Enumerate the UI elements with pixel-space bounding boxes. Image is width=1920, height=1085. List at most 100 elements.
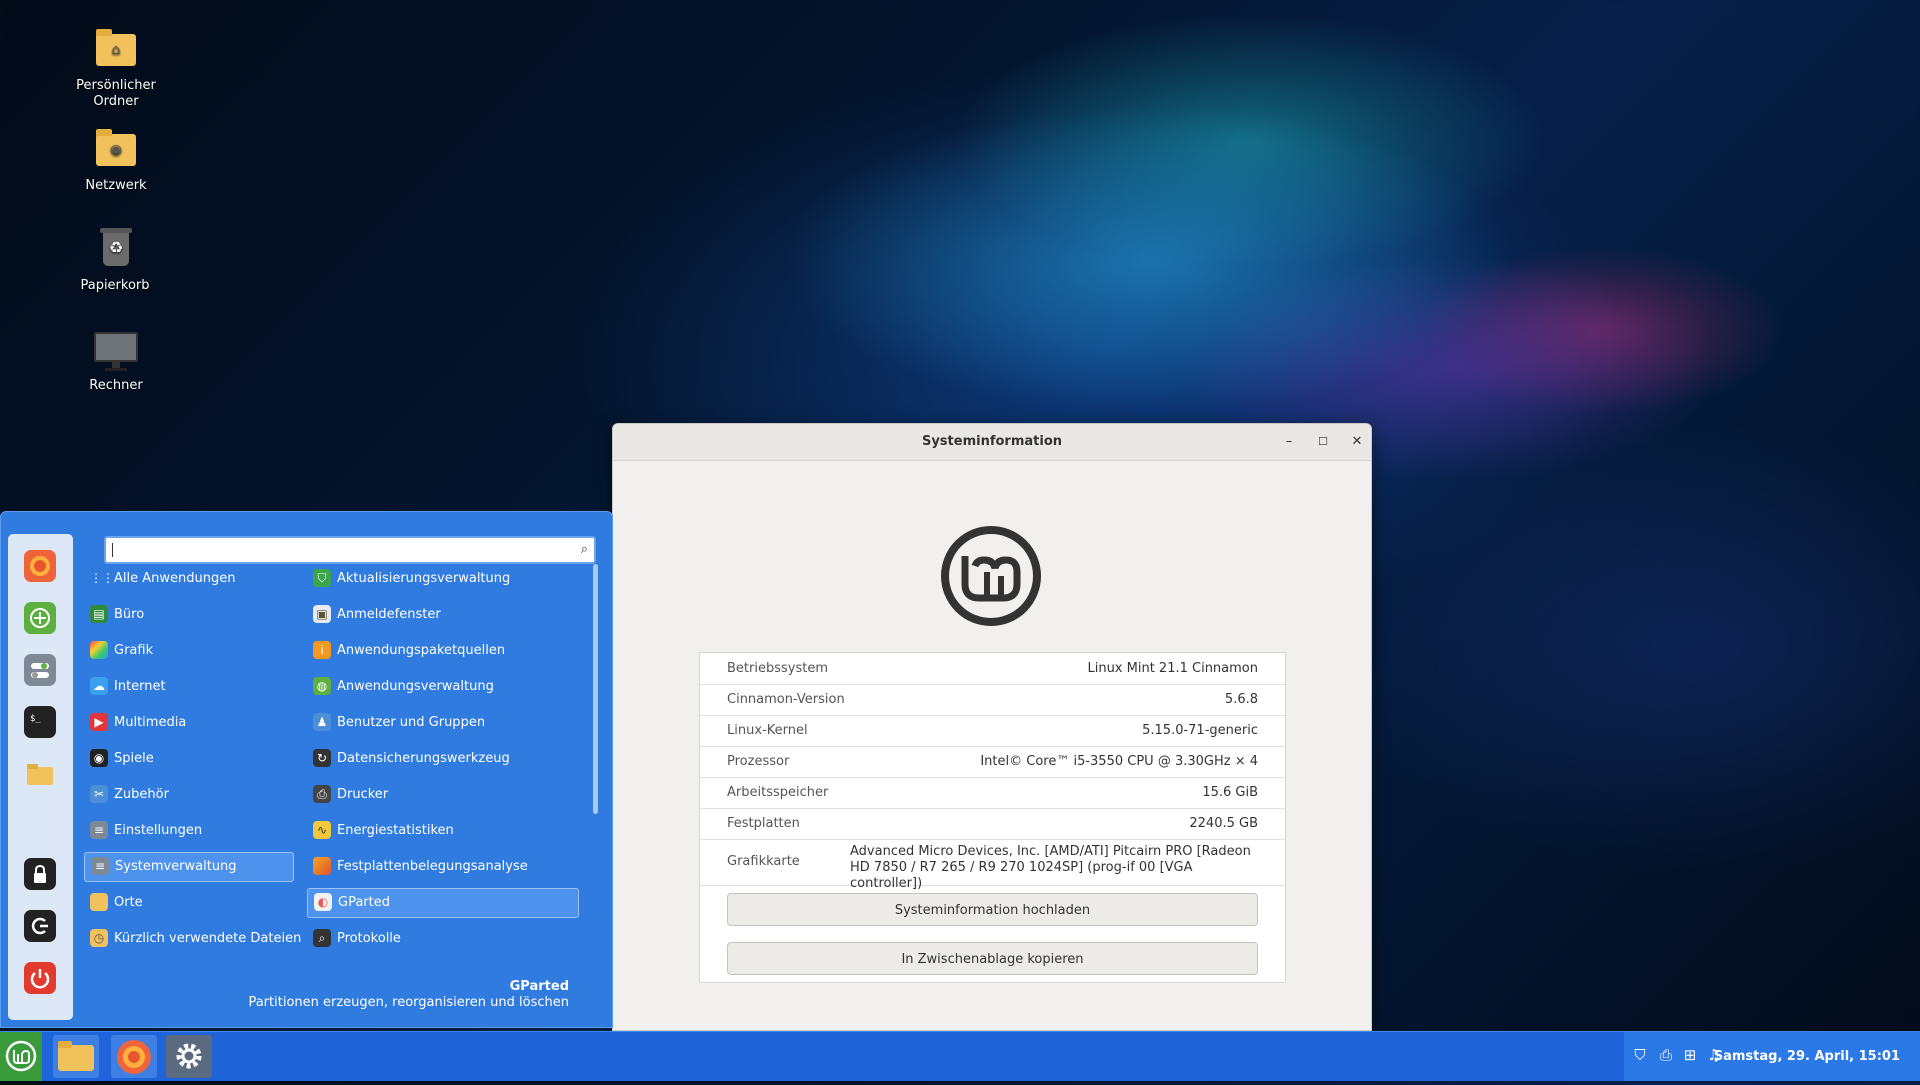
power-statistics-icon: ∿ bbox=[313, 820, 331, 839]
category-recent-files[interactable]: ◷ Kürzlich verwendete Dateien bbox=[84, 924, 301, 954]
app-label: Anwendungsverwaltung bbox=[337, 679, 494, 694]
category-label: Spiele bbox=[114, 751, 154, 766]
users-icon: ♟ bbox=[313, 712, 331, 731]
category-graphics[interactable]: Grafik bbox=[84, 636, 294, 666]
app-users-groups[interactable]: ♟ Benutzer und Gruppen bbox=[307, 708, 579, 738]
app-label: Aktualisierungsverwaltung bbox=[337, 571, 511, 586]
category-label: Zubehör bbox=[114, 787, 169, 802]
network-icon[interactable]: ⊞ bbox=[1680, 1045, 1700, 1065]
copy-to-clipboard-button[interactable]: In Zwischenablage kopieren bbox=[727, 942, 1258, 975]
close-button[interactable]: ✕ bbox=[1347, 432, 1367, 452]
recent-folder-icon: ◷ bbox=[90, 928, 108, 947]
software-manager-icon[interactable] bbox=[24, 602, 56, 634]
software-manager-icon: ◍ bbox=[313, 676, 331, 695]
category-all-apps[interactable]: ⋮⋮Alle Anwendungen bbox=[84, 564, 294, 594]
info-row: Betriebssystem Linux Mint 21.1 Cinnamon bbox=[700, 653, 1285, 685]
desktop-icon-home[interactable]: ⌂ Persönlicher Ordner bbox=[56, 26, 176, 110]
info-row: Arbeitsspeicher 15.6 GiB bbox=[700, 777, 1285, 809]
info-key: Cinnamon-Version bbox=[727, 692, 845, 707]
app-disk-usage-analyzer[interactable]: Festplattenbelegungsanalyse bbox=[307, 852, 579, 882]
menu-search-input[interactable]: ⌕ bbox=[104, 536, 596, 564]
scissors-icon: ✂ bbox=[90, 784, 108, 803]
system-tray: ⛉ ⎙ ⊞ ♫ Samstag, 29. April, 15:01 bbox=[1624, 1032, 1920, 1081]
lock-icon[interactable] bbox=[24, 858, 56, 890]
app-software-manager[interactable]: ◍ Anwendungsverwaltung bbox=[307, 672, 579, 702]
category-label: Multimedia bbox=[114, 715, 187, 730]
category-label: Alle Anwendungen bbox=[114, 571, 236, 586]
maximize-button[interactable]: ☐ bbox=[1313, 432, 1333, 452]
power-icon[interactable] bbox=[24, 962, 56, 994]
app-label: Energiestatistiken bbox=[337, 823, 454, 838]
app-login-window[interactable]: ▣ Anmeldefenster bbox=[307, 600, 579, 630]
info-row: Prozessor Intel© Core™ i5-3550 CPU @ 3.3… bbox=[700, 746, 1285, 778]
firefox-launcher[interactable] bbox=[111, 1035, 157, 1078]
upload-sysinfo-button[interactable]: Systeminformation hochladen bbox=[727, 893, 1258, 926]
minimize-button[interactable]: – bbox=[1279, 432, 1299, 452]
app-gparted[interactable]: ◐ GParted bbox=[307, 888, 579, 918]
shield-icon[interactable]: ⛉ bbox=[1630, 1045, 1650, 1065]
app-logs[interactable]: ⌕ Protokolle bbox=[307, 924, 579, 954]
disk-usage-icon bbox=[313, 856, 331, 875]
category-label: Einstellungen bbox=[114, 823, 203, 838]
trash-icon: ♻ bbox=[91, 226, 139, 274]
app-backup-tool[interactable]: ↻ Datensicherungswerkzeug bbox=[307, 744, 579, 774]
settings-toggle-icon[interactable] bbox=[24, 654, 56, 686]
search-caret bbox=[112, 543, 113, 557]
desktop-icon-label: Netzwerk bbox=[85, 178, 147, 193]
taskbar: ⛉ ⎙ ⊞ ♫ Samstag, 29. April, 15:01 bbox=[0, 1031, 1920, 1081]
svg-text:$_: $_ bbox=[30, 714, 41, 724]
software-sources-icon: i bbox=[313, 640, 331, 659]
cloud-icon: ☁ bbox=[90, 676, 108, 695]
category-settings[interactable]: ≡ Einstellungen bbox=[84, 816, 294, 846]
printer-icon[interactable]: ⎙ bbox=[1656, 1045, 1676, 1065]
app-label: Anwendungspaketquellen bbox=[337, 643, 506, 658]
logout-icon[interactable] bbox=[24, 910, 56, 942]
settings-gear-icon bbox=[176, 1043, 202, 1069]
system-info-table: Betriebssystem Linux Mint 21.1 Cinnamon … bbox=[699, 652, 1286, 983]
info-value: 5.6.8 bbox=[1224, 692, 1258, 707]
files-launcher[interactable] bbox=[53, 1035, 99, 1078]
login-window-icon: ▣ bbox=[313, 604, 331, 623]
settings-launcher[interactable] bbox=[166, 1035, 212, 1078]
desktop-icon-label: Papierkorb bbox=[80, 278, 150, 293]
firefox-icon[interactable] bbox=[24, 550, 56, 582]
desktop-icon-label: Rechner bbox=[89, 378, 143, 393]
clock[interactable]: Samstag, 29. April, 15:01 bbox=[1714, 1032, 1900, 1081]
info-value: 15.6 GiB bbox=[1202, 785, 1258, 800]
category-games[interactable]: ◉ Spiele bbox=[84, 744, 294, 774]
terminal-icon[interactable]: $_ bbox=[24, 706, 56, 738]
files-folder-icon[interactable] bbox=[24, 758, 56, 790]
files-folder-icon bbox=[58, 1041, 94, 1071]
app-label: Datensicherungswerkzeug bbox=[337, 751, 510, 766]
category-places[interactable]: Orte bbox=[84, 888, 294, 918]
desktop-icon-network[interactable]: ◉ Netzwerk bbox=[56, 126, 176, 194]
category-label: Büro bbox=[114, 607, 145, 622]
desktop-icon-trash[interactable]: ♻ Papierkorb bbox=[55, 226, 175, 294]
desktop-icon-computer[interactable]: Rechner bbox=[56, 326, 176, 394]
category-label: Systemverwaltung bbox=[115, 859, 237, 874]
app-software-sources[interactable]: i Anwendungspaketquellen bbox=[307, 636, 579, 666]
app-update-manager[interactable]: ⛉ Aktualisierungsverwaltung bbox=[307, 564, 579, 594]
category-internet[interactable]: ☁ Internet bbox=[84, 672, 294, 702]
app-label: Festplattenbelegungsanalyse bbox=[337, 859, 528, 874]
app-power-statistics[interactable]: ∿ Energiestatistiken bbox=[307, 816, 579, 846]
category-administration[interactable]: ≡ Systemverwaltung bbox=[84, 852, 294, 882]
app-printers[interactable]: ⎙ Drucker bbox=[307, 780, 579, 810]
mint-menu-button[interactable] bbox=[0, 1032, 42, 1081]
gamepad-icon: ◉ bbox=[90, 748, 108, 767]
category-accessories[interactable]: ✂ Zubehör bbox=[84, 780, 294, 810]
favorites-sidebar: $_ bbox=[8, 534, 73, 1020]
category-office[interactable]: ▤ Büro bbox=[84, 600, 294, 630]
search-icon: ⌕ bbox=[580, 542, 588, 557]
category-label: Orte bbox=[114, 895, 143, 910]
home-folder-icon: ⌂ bbox=[92, 26, 140, 74]
window-titlebar[interactable]: Systeminformation – ☐ ✕ bbox=[613, 424, 1371, 461]
info-value: 5.15.0-71-generic bbox=[1142, 723, 1258, 738]
window-title: Systeminformation bbox=[921, 434, 1063, 449]
menu-scrollbar[interactable] bbox=[593, 564, 598, 814]
office-icon: ▤ bbox=[90, 604, 108, 623]
category-multimedia[interactable]: ▶ Multimedia bbox=[84, 708, 294, 738]
category-label: Internet bbox=[114, 679, 166, 694]
shield-icon: ⛉ bbox=[313, 568, 331, 587]
app-description-title: GParted bbox=[509, 979, 569, 994]
